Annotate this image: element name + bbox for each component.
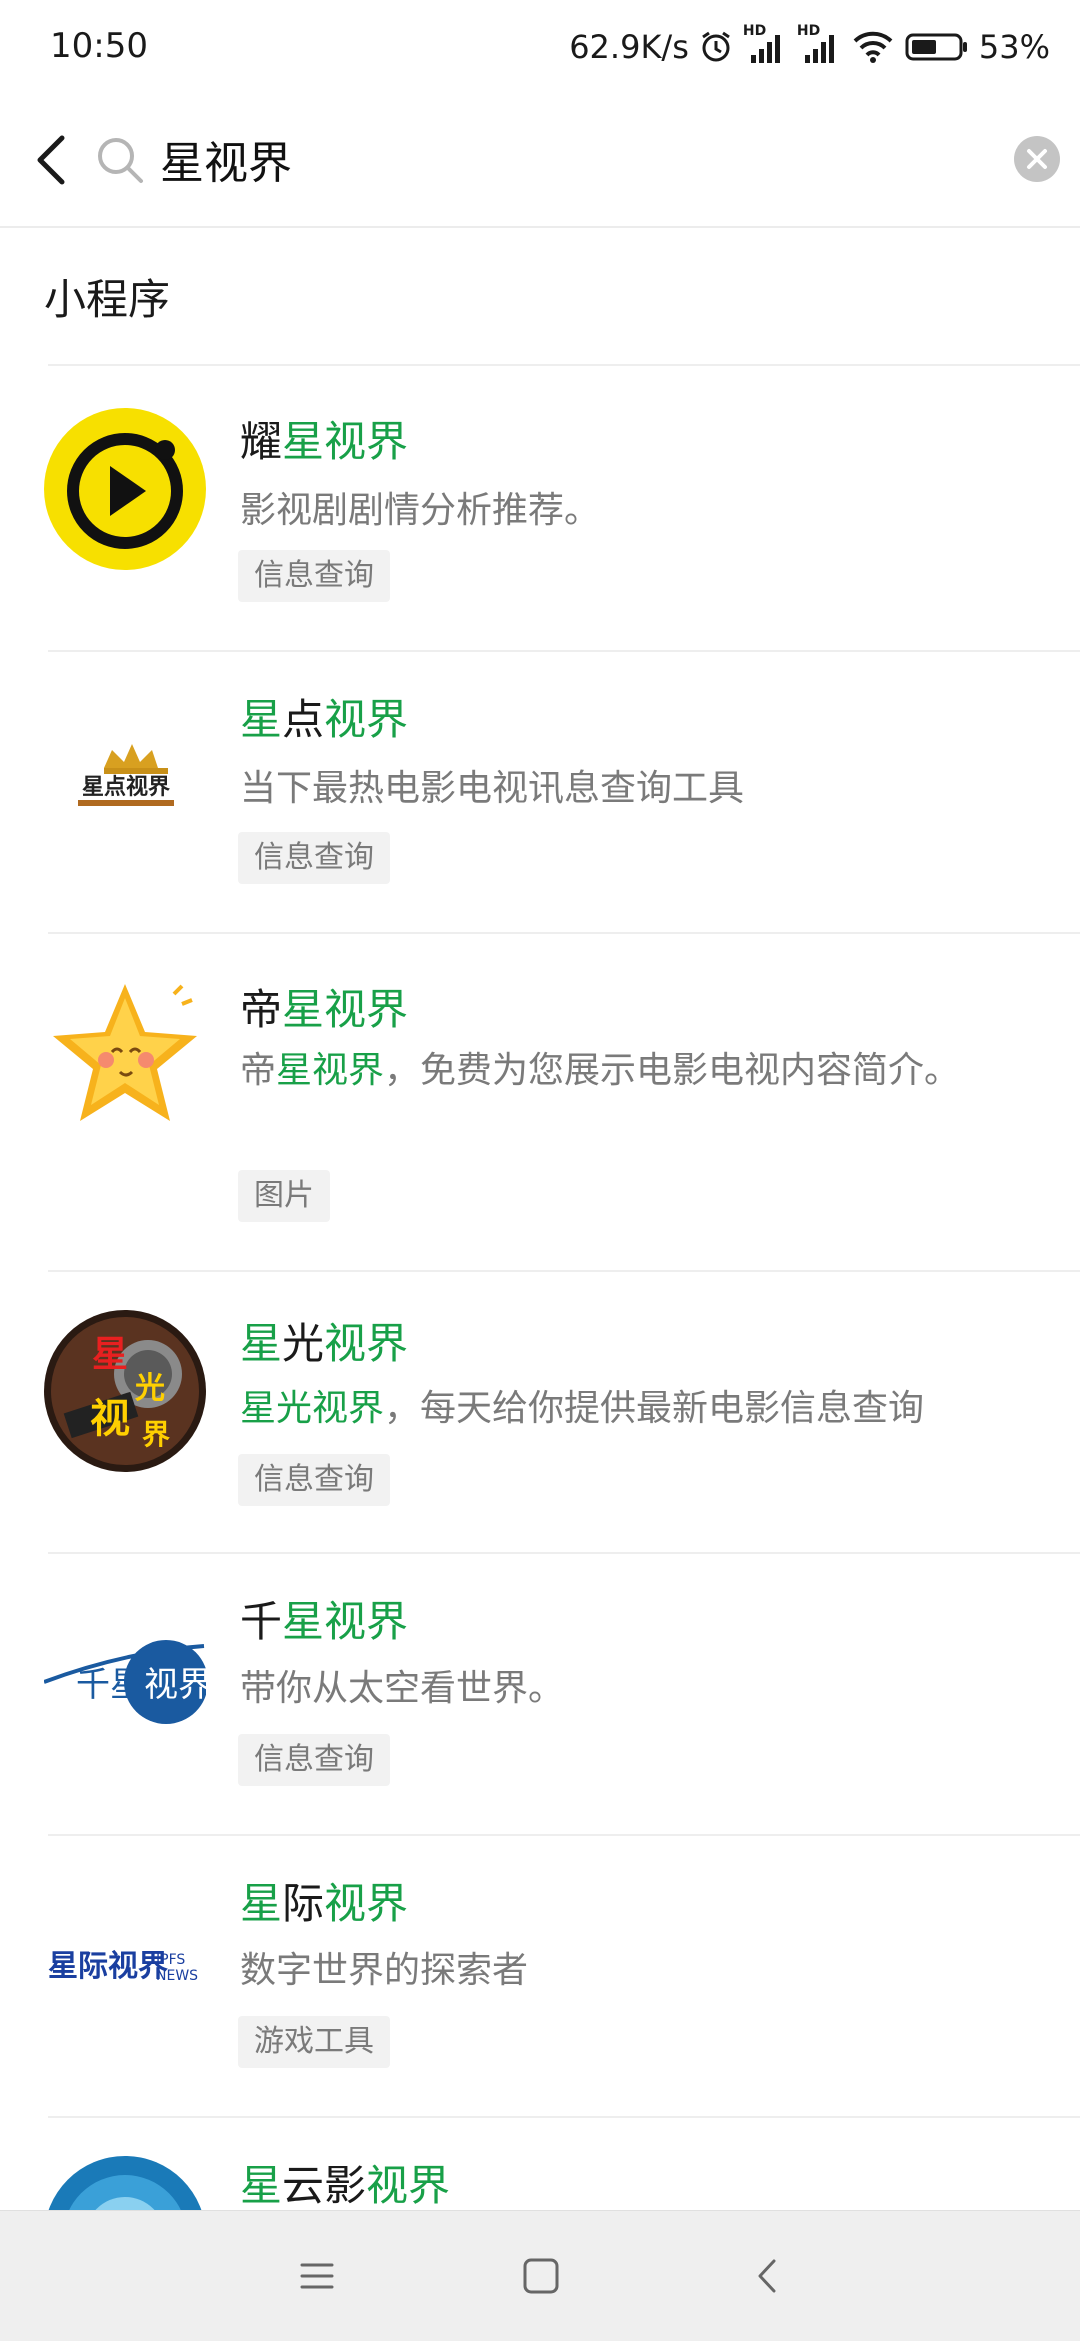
- divider: [48, 650, 1080, 652]
- item-desc: 数字世界的探索者: [240, 1950, 529, 1991]
- category-tag: 信息查询: [238, 1454, 390, 1506]
- list-item[interactable]: 帝星视界 帝星视界，免费为您展示电影电视内容简介。 图片: [0, 932, 1080, 1270]
- item-desc: 影视剧剧情分析推荐。: [240, 490, 601, 531]
- back-button[interactable]: [30, 132, 76, 188]
- cloud-logo: [44, 2156, 206, 2210]
- list-item[interactable]: 星云影视界: [0, 2116, 1080, 2210]
- name-middle: 光: [282, 1319, 325, 1368]
- name-middle: 云影: [282, 2161, 367, 2210]
- list-item[interactable]: 千星 视界 千星视界 带你从太空看世界。 信息查询: [0, 1552, 1080, 1834]
- item-name: 星光视界: [240, 1310, 408, 1371]
- desc-highlight: 星光视界: [240, 1388, 385, 1429]
- name-highlight: 星视界: [282, 417, 409, 466]
- category-tag: 信息查询: [238, 832, 390, 884]
- list-item[interactable]: 星点视界 星点视界 当下最热电影电视讯息查询工具 信息查询: [0, 650, 1080, 932]
- category-tag: 游戏工具: [238, 2016, 390, 2068]
- name-highlight-2: 视界: [324, 695, 409, 744]
- item-desc: 星光视界，每天给你提供最新电影信息查询: [240, 1380, 1060, 1438]
- name-highlight: 星视界: [282, 985, 409, 1034]
- list-item[interactable]: 星 光 视 界 星光视界 星光视界，每天给你提供最新电影信息查询 信息查询: [0, 1270, 1080, 1552]
- item-desc: 当下最热电影电视讯息查询工具: [240, 768, 745, 809]
- item-desc: 帝星视界，免费为您展示电影电视内容简介。: [240, 1042, 1020, 1100]
- film-logo: 星 光 视 界: [44, 1310, 206, 1472]
- search-header: [0, 96, 1080, 228]
- list-item[interactable]: 耀星视界 影视剧剧情分析推荐。 信息查询: [0, 364, 1080, 650]
- crown-logo-text: 星点视界: [82, 774, 170, 800]
- clear-button[interactable]: [1014, 136, 1060, 182]
- name-highlight: 星视界: [282, 1597, 409, 1646]
- menu-icon: [300, 2263, 334, 2289]
- status-bar: 10:50 62.9K/s HD HD 53%: [0, 0, 1080, 96]
- list-item[interactable]: 星际视界 IPFS NEWS 星际视界 数字世界的探索者 游戏工具: [0, 1834, 1080, 2116]
- name-highlight-2: 视界: [324, 1319, 409, 1368]
- back-icon: [758, 2259, 776, 2293]
- globe-logo-text-left: 千星: [76, 1665, 144, 1705]
- divider: [48, 1834, 1080, 1836]
- name-highlight: 星: [240, 695, 283, 744]
- svg-text:界: 界: [142, 1418, 170, 1451]
- ipfs-logo-sub2: NEWS: [156, 1968, 198, 1984]
- search-icon: [94, 134, 146, 186]
- name-highlight: 星: [240, 2161, 283, 2210]
- divider: [48, 932, 1080, 934]
- desc-rest: ，免费为您展示电影电视内容简介。: [384, 1050, 961, 1091]
- name-highlight-2: 视界: [324, 1879, 409, 1928]
- category-tag: 图片: [238, 1170, 330, 1222]
- menu-button[interactable]: [292, 2251, 342, 2301]
- desc-rest: ，每天给你提供最新电影信息查询: [384, 1388, 925, 1429]
- battery-icon: [905, 32, 969, 62]
- ipfs-logo-text: 星际视界: [48, 1949, 168, 1984]
- home-icon: [523, 2258, 559, 2294]
- crown-logo: 星点视界: [44, 696, 206, 858]
- name-prefix: 帝: [240, 985, 283, 1034]
- item-desc: 带你从太空看世界。: [240, 1668, 565, 1709]
- name-prefix: 千: [240, 1597, 283, 1646]
- item-name: 星云影视界: [240, 2152, 450, 2210]
- play-logo: [44, 408, 206, 570]
- name-prefix: 耀: [240, 417, 283, 466]
- name-middle: 际: [282, 1879, 325, 1928]
- status-icons: 62.9K/s HD HD 53%: [569, 23, 1050, 70]
- name-highlight: 星: [240, 1319, 283, 1368]
- net-speed: 62.9K/s: [569, 28, 689, 66]
- svg-text:星: 星: [92, 1334, 128, 1375]
- search-input[interactable]: [160, 126, 980, 192]
- alarm-icon: [699, 30, 733, 64]
- item-name: 星际视界: [240, 1870, 408, 1931]
- back-chevron-icon: [37, 135, 65, 185]
- divider: [48, 1552, 1080, 1554]
- desc-prefix: 帝: [240, 1050, 277, 1091]
- globe-logo: 千星 视界: [43, 1598, 212, 1760]
- name-highlight: 星: [240, 1879, 283, 1928]
- divider: [48, 2116, 1080, 2118]
- item-name: 帝星视界: [240, 976, 408, 1037]
- category-tag: 信息查询: [238, 550, 390, 602]
- item-name: 千星视界: [240, 1588, 408, 1649]
- nav-back-button[interactable]: [744, 2251, 794, 2301]
- signal-2-icon: HD: [797, 23, 841, 67]
- ipfs-logo: 星际视界 IPFS NEWS: [44, 1880, 206, 2042]
- section-title: 小程序: [44, 275, 171, 324]
- svg-text:光: 光: [135, 1371, 165, 1406]
- home-button[interactable]: [516, 2251, 566, 2301]
- svg-text:视: 视: [90, 1396, 130, 1442]
- name-middle: 点: [282, 695, 325, 744]
- navigation-bar: [0, 2210, 1080, 2341]
- ipfs-logo-sub1: IPFS: [156, 1952, 185, 1968]
- wifi-icon: [851, 29, 895, 65]
- category-tag: 信息查询: [238, 1734, 390, 1786]
- signal-1-icon: HD: [743, 23, 787, 67]
- desc-highlight: 星视界: [276, 1050, 385, 1091]
- name-highlight-2: 视界: [366, 2161, 451, 2210]
- star-logo: [44, 976, 206, 1138]
- status-time: 10:50: [50, 26, 148, 66]
- item-name: 耀星视界: [240, 408, 408, 469]
- globe-logo-text-right: 视界: [144, 1665, 206, 1705]
- divider: [48, 364, 1080, 366]
- item-name: 星点视界: [240, 686, 408, 747]
- clear-icon: [1027, 149, 1047, 169]
- battery-percent: 53%: [978, 28, 1050, 66]
- divider: [48, 1270, 1080, 1272]
